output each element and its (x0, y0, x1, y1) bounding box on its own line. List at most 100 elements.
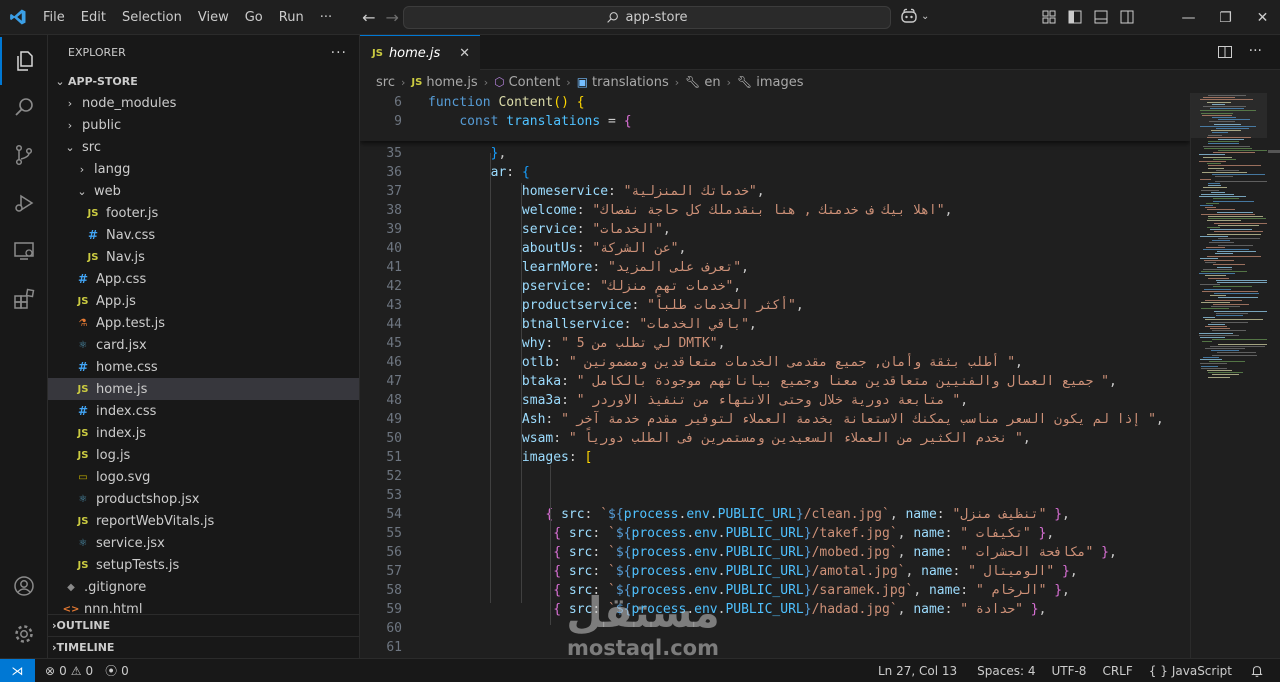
code-line[interactable]: 43 productservice: "أكثر الخدمات طلباً", (360, 296, 1190, 315)
file-gitignore[interactable]: ◆ .gitignore (48, 576, 359, 598)
breadcrumb-images[interactable]: images (756, 75, 803, 90)
code-line[interactable]: 61 (360, 638, 1190, 657)
folder-langg[interactable]: › langg (48, 158, 359, 180)
code-line[interactable]: 38 welcome: "اهلا بيك ف خدمتك , هنا بنقد… (360, 201, 1190, 220)
customize-layout-icon[interactable] (1041, 9, 1057, 25)
menu-item-view[interactable]: View (190, 0, 237, 35)
file-nav-js[interactable]: JS Nav.js (48, 246, 359, 268)
close-icon[interactable]: ✕ (459, 46, 470, 61)
close-window-icon[interactable]: ✕ (1244, 0, 1280, 35)
tab-home-js[interactable]: JS home.js ✕ (360, 35, 480, 70)
timeline-section[interactable]: › TIMELINE (48, 636, 359, 658)
folder-src[interactable]: ⌄ src (48, 136, 359, 158)
code-line[interactable]: 50 wsam: " نخدم الكثير من العملاء السعيد… (360, 429, 1190, 448)
scrollbar-thumb[interactable] (1268, 150, 1280, 153)
remote-explorer-icon[interactable] (0, 227, 48, 275)
toggle-secondary-sidebar-icon[interactable] (1119, 9, 1135, 25)
explorer-icon[interactable] (0, 37, 48, 85)
breadcrumb-file[interactable]: home.js (426, 75, 477, 90)
folder-public[interactable]: › public (48, 114, 359, 136)
code-line[interactable]: 60 (360, 619, 1190, 638)
code-line[interactable]: 36 ar: { (360, 163, 1190, 182)
code-line[interactable]: 48 sma3a: " متابعة دورية خلال وحتى الانت… (360, 391, 1190, 410)
file-card-jsx[interactable]: ⚛ card.jsx (48, 334, 359, 356)
indentation[interactable]: Spaces: 4 (971, 664, 1041, 678)
settings-gear-icon[interactable] (0, 610, 48, 658)
source-control-icon[interactable] (0, 131, 48, 179)
more-actions-icon[interactable]: ··· (1249, 44, 1262, 60)
code-line[interactable]: 49 Ash: " إذا لم يكون السعر مناسب يمكنك … (360, 410, 1190, 429)
menu-item-edit[interactable]: Edit (73, 0, 114, 35)
back-arrow-icon[interactable]: ← (362, 8, 375, 27)
file-log-js[interactable]: JS log.js (48, 444, 359, 466)
menu-item-more[interactable]: ··· (312, 0, 340, 35)
line-endings[interactable]: CRLF (1096, 664, 1138, 678)
breadcrumb-en[interactable]: en (704, 75, 720, 90)
menu-item-run[interactable]: Run (271, 0, 312, 35)
file-app-test-js[interactable]: ⚗ App.test.js (48, 312, 359, 334)
code-line[interactable]: 51 images: [ (360, 448, 1190, 467)
file-logo-svg[interactable]: ▭ logo.svg (48, 466, 359, 488)
menu-item-file[interactable]: File (35, 0, 73, 35)
remote-indicator-icon[interactable]: ⋊ (0, 659, 35, 682)
file-service-jsx[interactable]: ⚛ service.jsx (48, 532, 359, 554)
code-line[interactable]: 52 (360, 467, 1190, 486)
code-line[interactable]: 58 { src: `${process.env.PUBLIC_URL}/sar… (360, 581, 1190, 600)
folder-web[interactable]: ⌄ web (48, 180, 359, 202)
toggle-panel-icon[interactable] (1093, 9, 1109, 25)
extensions-icon[interactable] (0, 275, 48, 323)
breadcrumb-translations[interactable]: translations (592, 75, 669, 90)
ports-indicator[interactable]: ⦿ 0 (99, 662, 135, 679)
code-line[interactable]: 55 { src: `${process.env.PUBLIC_URL}/tak… (360, 524, 1190, 543)
command-center[interactable]: app-store (403, 6, 891, 29)
search-icon[interactable] (0, 83, 48, 131)
sticky-scroll[interactable]: 6 function Content() {9 const translation… (360, 93, 1190, 141)
outline-section[interactable]: › OUTLINE (48, 614, 359, 636)
menu-item-selection[interactable]: Selection (114, 0, 190, 35)
code-line[interactable]: 35 }, (360, 144, 1190, 163)
code-line[interactable]: 37 homeservice: "خدماتك المنزلية", (360, 182, 1190, 201)
file-nav-css[interactable]: # Nav.css (48, 224, 359, 246)
file-index-js[interactable]: JS index.js (48, 422, 359, 444)
code-line[interactable]: 57 { src: `${process.env.PUBLIC_URL}/amo… (360, 562, 1190, 581)
notifications-bell-icon[interactable] (1244, 664, 1270, 678)
file-home-js[interactable]: JS home.js (48, 378, 359, 400)
code-line[interactable]: 39 service: "الخدمات", (360, 220, 1190, 239)
copilot-icon[interactable]: ⌄ (900, 8, 929, 24)
code-line[interactable]: 42 pservice: "خدمات تهم منزلك", (360, 277, 1190, 296)
toggle-primary-sidebar-icon[interactable] (1067, 9, 1083, 25)
file-home-css[interactable]: # home.css (48, 356, 359, 378)
forward-arrow-icon[interactable]: → (386, 8, 399, 27)
restore-icon[interactable]: ❐ (1207, 0, 1244, 35)
file-app-js[interactable]: JS App.js (48, 290, 359, 312)
code-line[interactable]: 59 { src: `${process.env.PUBLIC_URL}/had… (360, 600, 1190, 619)
file-footer-js[interactable]: JS footer.js (48, 202, 359, 224)
code-line[interactable]: 44 btnallservice: "باقي الخدمات", (360, 315, 1190, 334)
more-actions-icon[interactable]: ··· (331, 45, 347, 61)
encoding[interactable]: UTF-8 (1045, 664, 1092, 678)
project-root[interactable]: ⌄ APP-STORE (48, 70, 359, 92)
run-debug-icon[interactable] (0, 179, 48, 227)
code-editor[interactable]: 10 en: {35 },36 ar: {37 homeservice: "خد… (360, 93, 1190, 658)
folder-node-modules[interactable]: › node_modules (48, 92, 359, 114)
code-line[interactable]: 47 btaka: " جميع العمال والفنيين متعاقدي… (360, 372, 1190, 391)
code-line[interactable]: 9 const translations = { (360, 112, 1190, 131)
cursor-position[interactable]: Ln 27, Col 13 (872, 664, 963, 678)
code-line[interactable]: 53 (360, 486, 1190, 505)
code-line[interactable]: 45 why: " 5 لي تطلب من DMTK", (360, 334, 1190, 353)
code-line[interactable]: 41 learnMore: "تعرف على المزيد", (360, 258, 1190, 277)
file-index-css[interactable]: # index.css (48, 400, 359, 422)
account-icon[interactable] (0, 562, 48, 610)
code-line[interactable]: 6 function Content() { (360, 93, 1190, 112)
file-setuptests-js[interactable]: JS setupTests.js (48, 554, 359, 576)
code-line[interactable]: 54 { src: `${process.env.PUBLIC_URL}/cle… (360, 505, 1190, 524)
code-line[interactable]: 56 { src: `${process.env.PUBLIC_URL}/mob… (360, 543, 1190, 562)
code-line[interactable]: 46 otlb: " أطلب بثقة وأمان, جميع مقدمى ا… (360, 353, 1190, 372)
language-mode[interactable]: { } JavaScript (1143, 664, 1238, 678)
minimap[interactable] (1190, 93, 1280, 658)
minimize-icon[interactable]: — (1170, 0, 1207, 35)
code-line[interactable]: 40 aboutUs: "عن الشركة", (360, 239, 1190, 258)
file-reportwebvitals-js[interactable]: JS reportWebVitals.js (48, 510, 359, 532)
breadcrumb-src[interactable]: src (376, 75, 395, 90)
menu-item-go[interactable]: Go (237, 0, 271, 35)
